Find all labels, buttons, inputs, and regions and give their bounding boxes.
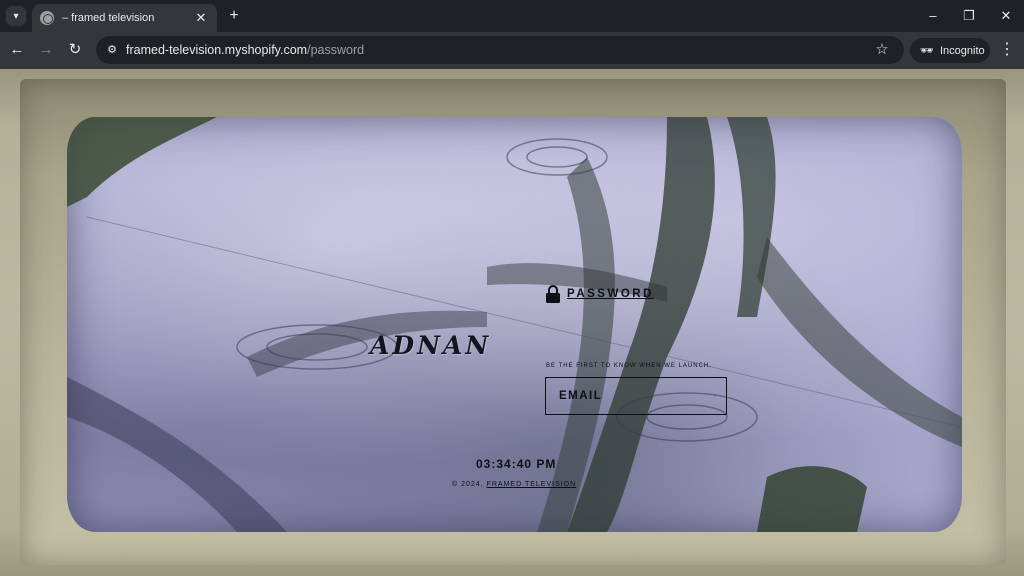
browser-menu-icon[interactable]: ⋮ [998,40,1016,60]
tab-close-icon[interactable]: ✕ [193,10,209,26]
incognito-label: Incognito [939,44,985,57]
forward-button[interactable]: → [36,40,56,60]
tab-strip: ▾ – framed television ✕ + – ❐ ✕ [0,0,1024,32]
new-tab-button[interactable]: + [224,6,244,26]
launch-tagline: BE THE FIRST TO KNOW WHEN WE LAUNCH. [546,363,712,369]
browser-toolbar: ← → ↻ ⚙ framed-television.myshopify.com/… [0,32,1024,69]
url-path: /password [307,43,365,57]
back-button[interactable]: ← [7,40,27,60]
window-close-button[interactable]: ✕ [995,6,1017,26]
url-host: framed-television.myshopify.com [126,43,308,57]
copyright-prefix: © 2024, [452,481,484,488]
url-text[interactable]: framed-television.myshopify.com/password [126,43,364,57]
store-logo[interactable]: ADNAN [370,331,491,360]
tv-screen: ADNAN PASSWORD BE THE FIRST TO KNOW WHEN… [67,117,962,532]
reload-button[interactable]: ↻ [65,40,85,60]
tab-title: – framed television [62,12,155,24]
tab-search-button[interactable]: ▾ [6,6,26,26]
copyright-notice: © 2024, FRAMED TELEVISION [452,481,576,488]
minimize-button[interactable]: – [922,6,944,26]
site-info-icon[interactable]: ⚙ [102,40,122,60]
bookmark-star-icon[interactable]: ☆ [872,40,892,60]
incognito-icon: 🕶 [920,45,934,57]
globe-icon [40,11,54,25]
arrow-right-icon[interactable] [714,389,716,403]
restore-button[interactable]: ❐ [958,6,980,26]
lock-icon [546,285,560,303]
copyright-store-link[interactable]: FRAMED TELEVISION [487,481,577,488]
clock-display: 03:34:40 PM [476,457,557,471]
incognito-indicator[interactable]: 🕶 Incognito [910,38,990,63]
page-viewport: ADNAN PASSWORD BE THE FIRST TO KNOW WHEN… [0,69,1024,576]
active-tab[interactable]: – framed television ✕ [32,4,217,32]
chevron-down-icon: ▾ [13,10,19,22]
password-link[interactable]: PASSWORD [545,285,654,303]
password-link-label: PASSWORD [567,288,654,300]
email-signup-form [545,377,727,415]
email-input[interactable] [559,390,714,402]
address-bar[interactable]: ⚙ framed-television.myshopify.com/passwo… [96,36,904,64]
